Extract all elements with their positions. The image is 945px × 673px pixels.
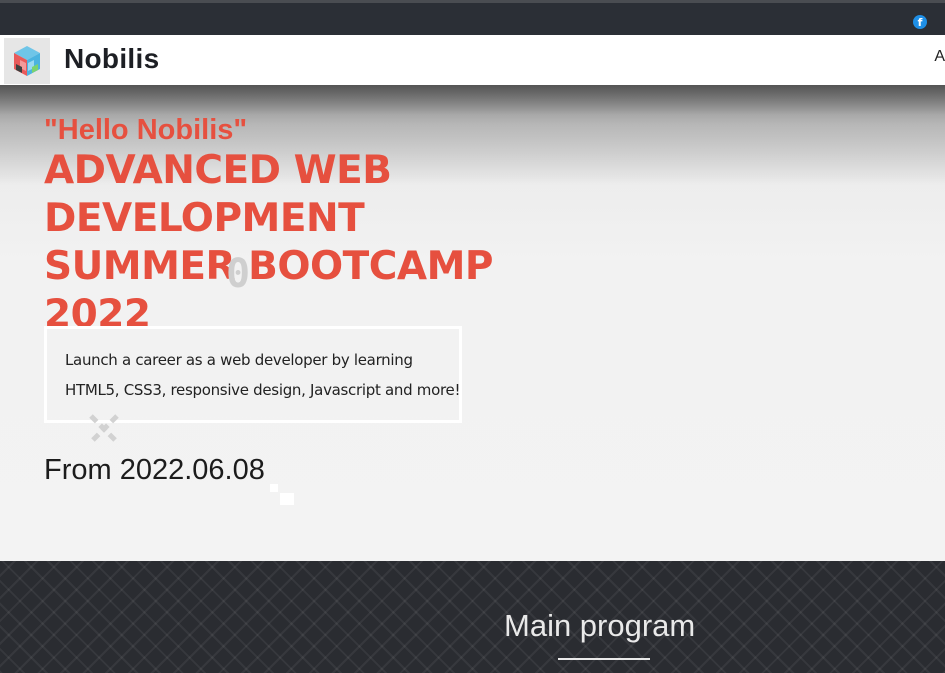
decorative-zero-glyph: 0 xyxy=(226,251,251,297)
facebook-icon[interactable]: f xyxy=(913,15,927,29)
nav-item-partial[interactable]: A xyxy=(934,48,945,66)
navbar: Nobilis A xyxy=(0,35,945,85)
main-program-section: Main program xyxy=(0,561,945,673)
description-box: Launch a career as a web developer by le… xyxy=(44,326,462,423)
title-underline xyxy=(558,658,650,660)
description-line: HTML5, CSS3, responsive design, Javascri… xyxy=(65,381,461,399)
decorative-x-icon xyxy=(86,411,122,447)
section-title: Main program xyxy=(504,608,696,643)
start-date: From 2022.06.08 xyxy=(44,454,265,486)
brand-name[interactable]: Nobilis xyxy=(64,43,159,75)
hero-headline: ADVANCED WEB DEVELOPMENT SUMMER BOOTCAMP… xyxy=(44,147,724,339)
hero-greeting: "Hello Nobilis" xyxy=(44,114,248,146)
top-bar: f xyxy=(0,0,945,35)
description-line: Launch a career as a web developer by le… xyxy=(65,351,413,369)
decorative-square xyxy=(270,484,278,492)
decorative-square xyxy=(280,493,294,505)
hero-section: "Hello Nobilis" ADVANCED WEB DEVELOPMENT… xyxy=(0,85,945,561)
headline-line: SUMMER BOOTCAMP xyxy=(44,244,493,289)
headline-line: ADVANCED WEB DEVELOPMENT xyxy=(44,148,392,241)
cube-logo-icon[interactable] xyxy=(4,38,50,84)
